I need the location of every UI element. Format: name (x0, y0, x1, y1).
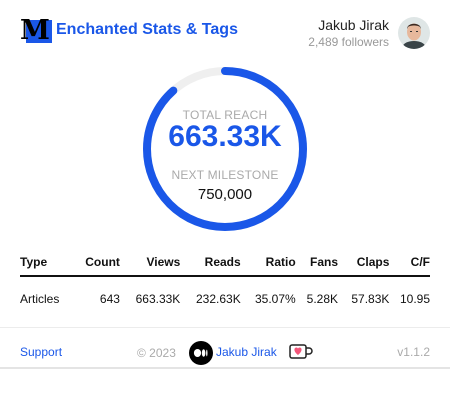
cell-claps: 57.83K (351, 291, 390, 306)
total-reach-value: 663.33K (168, 120, 282, 153)
cell-reads: 232.63K (195, 291, 241, 306)
cell-views: 663.33K (135, 291, 181, 306)
column-header-type: Type (20, 252, 74, 277)
reach-progress-ring: TOTAL REACH 663.33K NEXT MILESTONE 750,0… (140, 64, 310, 234)
table-row: Articles 643 663.33K 232.63K 35.07% 5.28… (20, 276, 430, 308)
cell-ratio: 35.07% (254, 291, 296, 306)
column-header-views: Views (119, 252, 181, 277)
stats-header-row: Type Count Views Reads Ratio Fans Claps … (20, 252, 430, 277)
cell-count: 643 (99, 291, 120, 306)
header: M Enchanted Stats & Tags Jakub Jirak 2,4… (0, 0, 450, 64)
followers-count: 2,489 followers (308, 35, 389, 49)
copyright: © 2023 (137, 346, 176, 360)
column-header-reads: Reads (180, 252, 241, 277)
column-header-fans: Fans (295, 252, 339, 277)
column-header-ratio: Ratio (240, 252, 296, 277)
svg-text:M: M (20, 17, 50, 43)
footer: Support © 2023 Jakub Jirak v1.1.2 (0, 334, 450, 368)
column-header-count: Count (73, 252, 120, 277)
column-header-claps: Claps (338, 252, 390, 277)
stats-table: Type Count Views Reads Ratio Fans Claps … (20, 252, 430, 308)
coffee-heart-icon[interactable] (289, 344, 313, 360)
column-header-cf: C/F (389, 252, 430, 277)
cell-type: Articles (20, 291, 60, 306)
app-title[interactable]: Enchanted Stats & Tags (56, 21, 238, 39)
cell-fans: 5.28K (306, 291, 339, 306)
footer-divider (0, 327, 450, 328)
bottom-divider (0, 367, 450, 369)
cell-cf: 10.95 (399, 291, 430, 306)
medium-author-icon[interactable] (189, 341, 213, 365)
version-label: v1.1.2 (397, 345, 430, 359)
medium-logo-icon[interactable]: M (20, 17, 52, 43)
avatar[interactable] (398, 17, 430, 49)
support-link[interactable]: Support (20, 345, 62, 359)
next-milestone-value: 750,000 (197, 186, 253, 203)
author-link[interactable]: Jakub Jirak (216, 345, 277, 359)
user-name: Jakub Jirak (318, 17, 389, 33)
next-milestone-label: NEXT MILESTONE (171, 168, 279, 182)
